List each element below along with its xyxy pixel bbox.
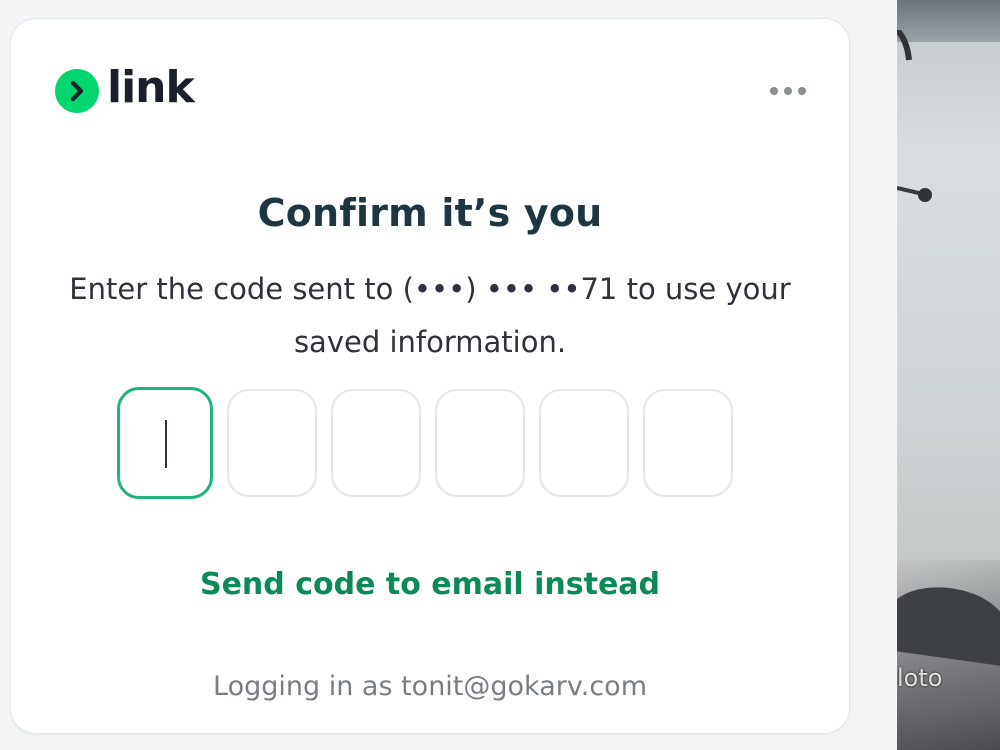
link-logo: link [55, 62, 195, 115]
photo-bracket [897, 30, 932, 202]
send-code-to-email-link[interactable]: Send code to email instead [11, 567, 849, 602]
link-auth-card: link Confirm it’s you Enter the code sen… [10, 18, 850, 734]
instructions-line-1: Enter the code sent to (•••) ••• ••71 to… [69, 272, 791, 306]
more-horizontal-icon [770, 87, 806, 95]
background-photo: loto [897, 0, 1000, 750]
otp-digit-5[interactable] [539, 389, 629, 497]
instructions-line-2: saved information. [293, 325, 567, 359]
more-options-button[interactable] [767, 79, 809, 103]
otp-digit-6[interactable] [643, 389, 733, 497]
text-caret [165, 420, 167, 468]
instructions-text: Enter the code sent to (•••) ••• ••71 to… [51, 263, 809, 369]
otp-code-input [117, 387, 733, 499]
photo-watermark: loto [897, 664, 943, 692]
logged-in-as-text: Logging in as tonit@gokarv.com [213, 671, 647, 702]
page: link Confirm it’s you Enter the code sen… [0, 0, 1000, 750]
page-title: Confirm it’s you [257, 191, 603, 235]
logo-wordmark: link [107, 62, 195, 113]
otp-digit-2[interactable] [227, 389, 317, 497]
otp-digit-1[interactable] [117, 387, 213, 499]
otp-digit-4[interactable] [435, 389, 525, 497]
chevron-right-icon [55, 69, 99, 113]
otp-digit-3[interactable] [331, 389, 421, 497]
